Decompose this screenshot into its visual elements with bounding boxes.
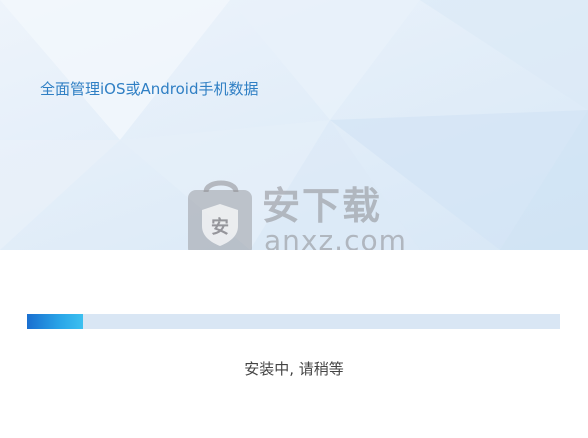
header-banner: 全面管理iOS或Android手机数据 安 安下载 anxz.com: [0, 0, 588, 250]
install-progress-bar: [27, 314, 560, 329]
install-status-text: 安装中, 请稍等: [244, 360, 344, 378]
install-progress-fill: [27, 314, 83, 329]
installer-window: 全面管理iOS或Android手机数据 安 安下载 anxz.com 安装中, …: [0, 0, 588, 438]
watermark-url: anxz.com: [264, 224, 407, 251]
shopping-bag-shield-icon: 安: [188, 180, 252, 250]
watermark-title: 安下载: [262, 184, 383, 228]
watermark: 安 安下载 anxz.com: [186, 178, 406, 250]
watermark-badge-char: 安: [211, 216, 229, 238]
app-tagline: 全面管理iOS或Android手机数据: [40, 80, 259, 98]
